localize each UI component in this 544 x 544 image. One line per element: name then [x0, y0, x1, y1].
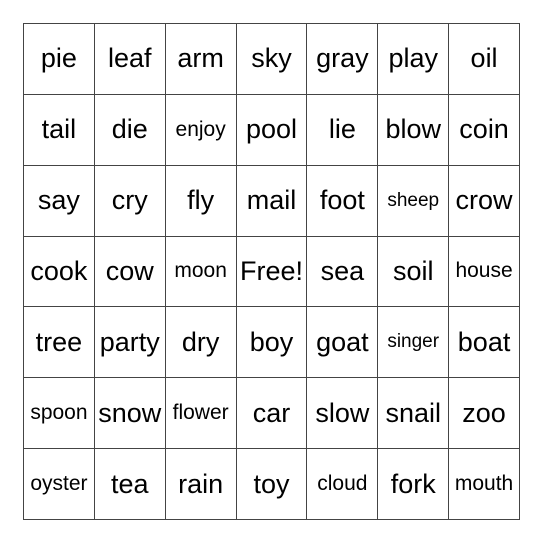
bingo-cell[interactable]: soil: [378, 236, 450, 308]
bingo-cell[interactable]: mail: [236, 165, 308, 237]
bingo-cell[interactable]: play: [378, 24, 450, 95]
bingo-cell[interactable]: cook: [24, 236, 95, 308]
bingo-board: pie leaf arm sky gray play oil tail die enjoy pool…: [23, 23, 520, 520]
bingo-cell[interactable]: cloud: [307, 449, 379, 520]
bingo-cell[interactable]: spoon: [24, 378, 95, 450]
bingo-cell[interactable]: coin: [449, 94, 520, 166]
bingo-cell[interactable]: fly: [165, 165, 237, 237]
bingo-cell[interactable]: pool: [236, 94, 308, 166]
bingo-cell[interactable]: say: [24, 165, 95, 237]
bingo-cell[interactable]: dry: [165, 307, 237, 379]
bingo-cell[interactable]: sea: [307, 236, 379, 308]
bingo-cell[interactable]: rain: [165, 449, 237, 520]
bingo-cell[interactable]: car: [236, 378, 308, 450]
bingo-cell[interactable]: fork: [378, 449, 450, 520]
bingo-cell[interactable]: oil: [449, 24, 520, 95]
bingo-cell[interactable]: die: [94, 94, 166, 166]
bingo-cell[interactable]: gray: [307, 24, 379, 95]
bingo-cell[interactable]: boy: [236, 307, 308, 379]
bingo-cell[interactable]: blow: [378, 94, 450, 166]
bingo-cell[interactable]: oyster: [24, 449, 95, 520]
bingo-cell[interactable]: boat: [449, 307, 520, 379]
bingo-cell[interactable]: leaf: [94, 24, 166, 95]
bingo-cell[interactable]: tail: [24, 94, 95, 166]
bingo-cell[interactable]: lie: [307, 94, 379, 166]
bingo-cell[interactable]: arm: [165, 24, 237, 95]
bingo-cell[interactable]: toy: [236, 449, 308, 520]
bingo-cell[interactable]: foot: [307, 165, 379, 237]
bingo-cell[interactable]: flower: [165, 378, 237, 450]
bingo-cell[interactable]: crow: [449, 165, 520, 237]
bingo-cell[interactable]: snow: [94, 378, 166, 450]
bingo-cell[interactable]: snail: [378, 378, 450, 450]
bingo-cell[interactable]: cry: [94, 165, 166, 237]
bingo-cell[interactable]: sky: [236, 24, 308, 95]
bingo-cell[interactable]: moon: [165, 236, 237, 308]
bingo-cell[interactable]: party: [94, 307, 166, 379]
bingo-cell[interactable]: zoo: [449, 378, 520, 450]
bingo-cell[interactable]: goat: [307, 307, 379, 379]
free-space-cell[interactable]: Free!: [236, 236, 308, 308]
bingo-cell[interactable]: cow: [94, 236, 166, 308]
bingo-cell[interactable]: enjoy: [165, 94, 237, 166]
bingo-cell[interactable]: slow: [307, 378, 379, 450]
bingo-cell[interactable]: mouth: [449, 449, 520, 520]
bingo-cell[interactable]: sheep: [378, 165, 450, 237]
bingo-cell[interactable]: tea: [94, 449, 166, 520]
bingo-cell[interactable]: pie: [24, 24, 95, 95]
bingo-cell[interactable]: singer: [378, 307, 450, 379]
bingo-cell[interactable]: tree: [24, 307, 95, 379]
bingo-cell[interactable]: house: [449, 236, 520, 308]
